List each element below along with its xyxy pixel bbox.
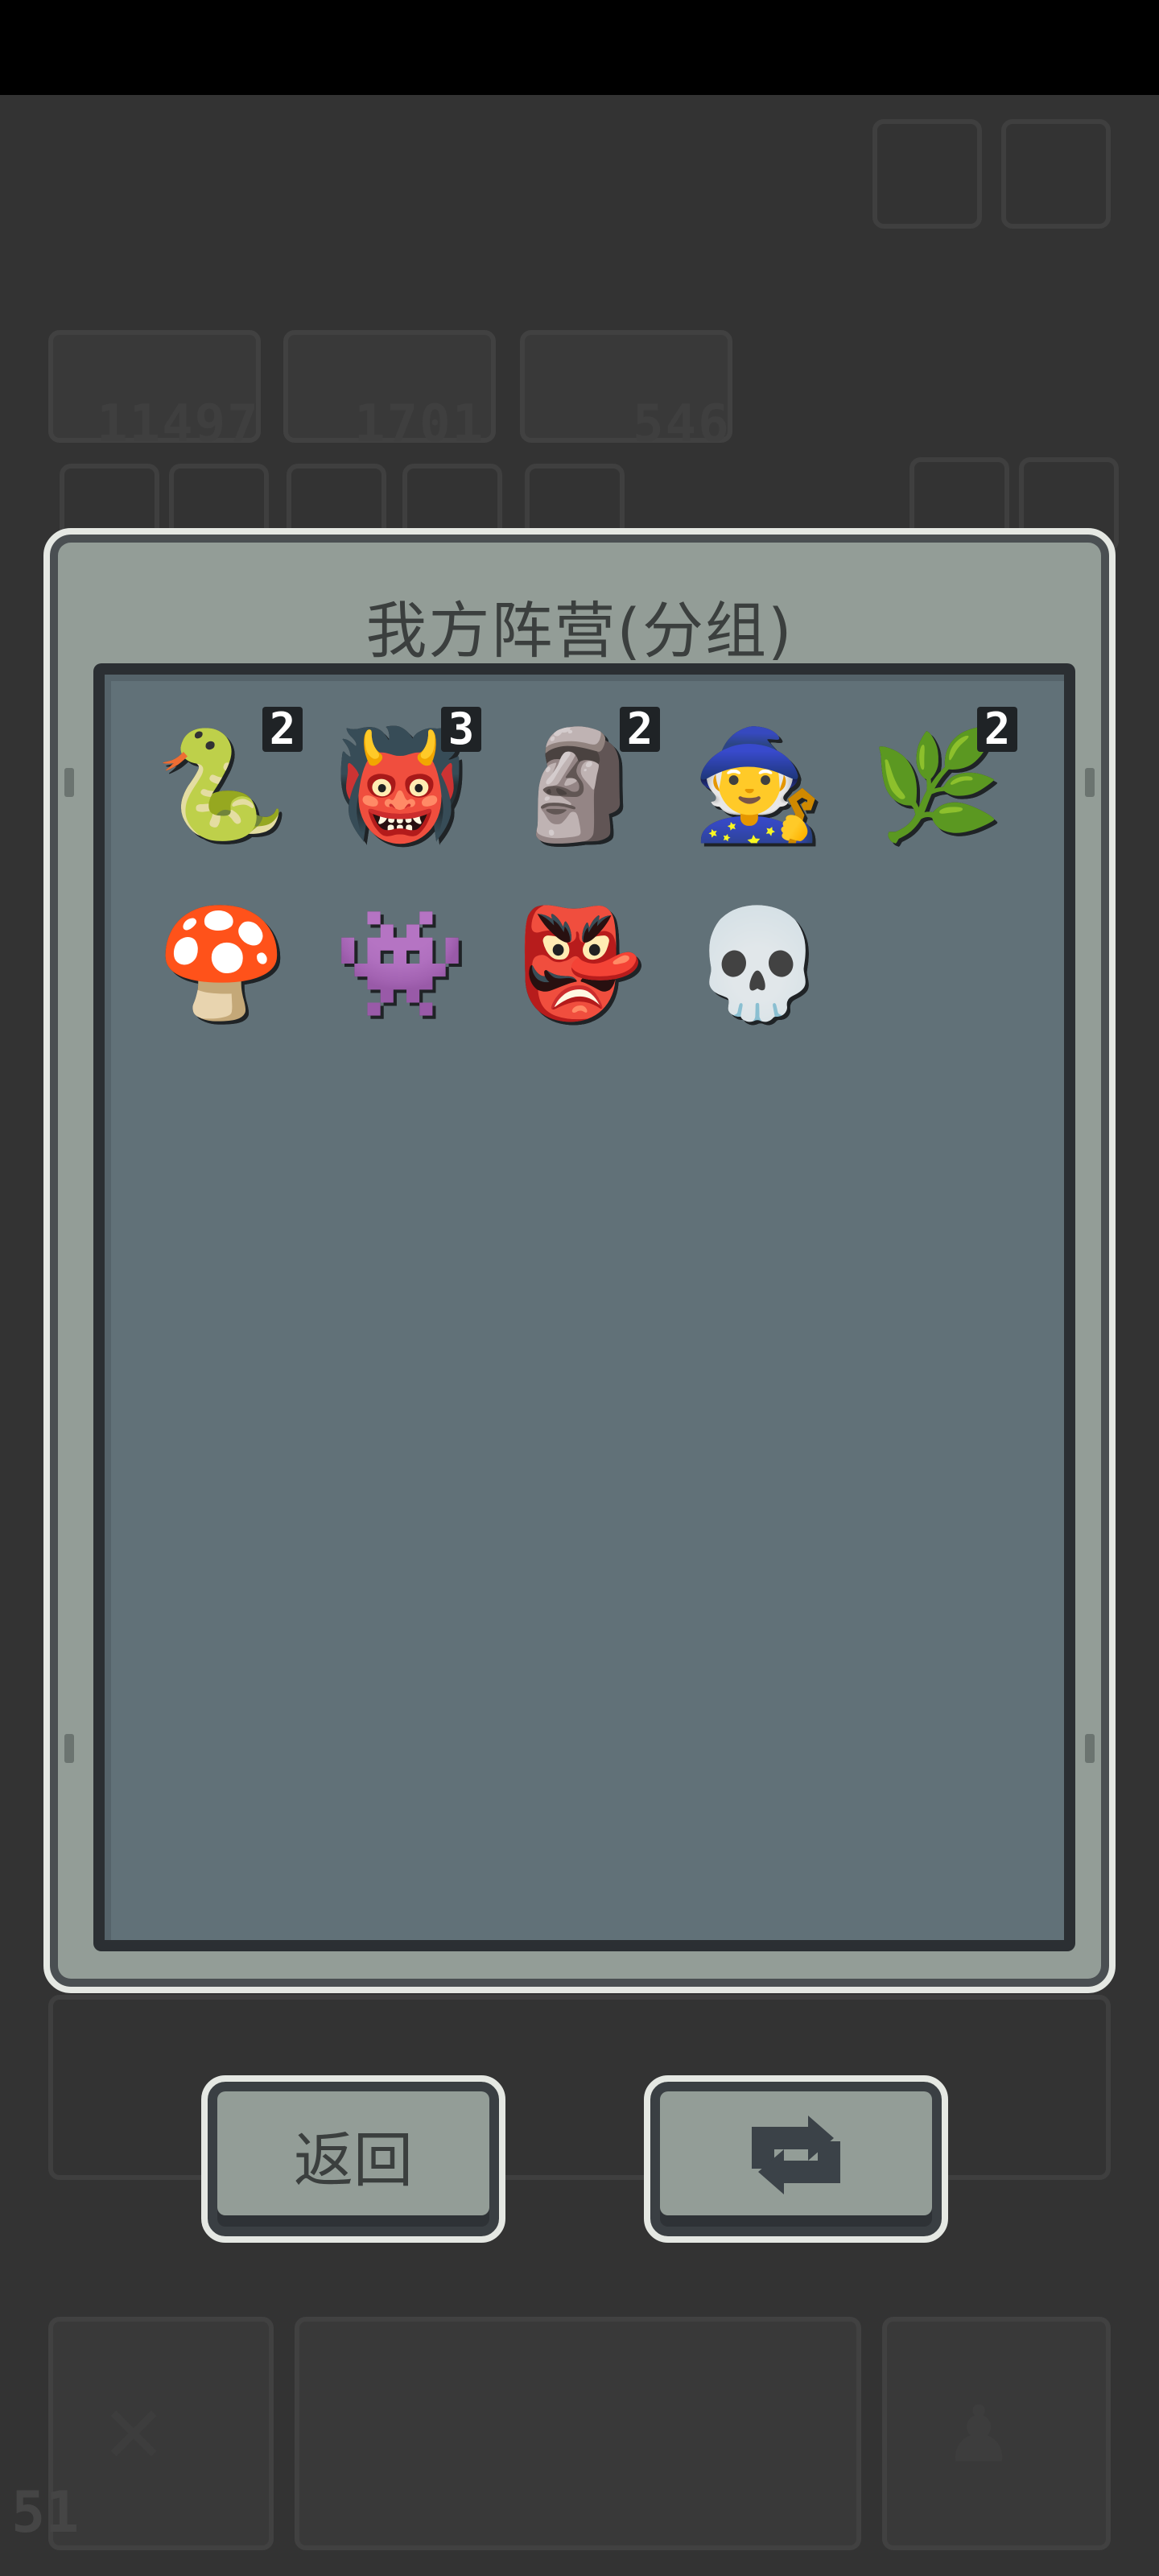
status-bar bbox=[0, 0, 1159, 95]
rivet-left-bottom bbox=[64, 1734, 74, 1763]
swap-arrows-icon bbox=[736, 2116, 856, 2199]
unit-count-badge: 2 bbox=[620, 707, 660, 752]
unit-slot[interactable]: 👹 3 bbox=[316, 707, 485, 876]
dialog-title: 我方阵营(分组) bbox=[365, 595, 794, 667]
unit-slot[interactable]: 🐍 2 bbox=[137, 707, 306, 876]
back-button[interactable]: 返回 bbox=[201, 2075, 505, 2243]
unit-sprite-icon: 👾 bbox=[333, 902, 467, 1026]
unit-sprite-icon: 🧙 bbox=[691, 723, 824, 847]
crossed-swords-icon: ✕ bbox=[105, 2373, 163, 2485]
bg-resource-3-value: 546 bbox=[633, 394, 731, 454]
rivet-left-top bbox=[64, 768, 74, 797]
level-number: 51 bbox=[11, 2479, 80, 2545]
bg-button-b bbox=[1001, 119, 1111, 229]
unit-sprite-icon: 🍄 bbox=[155, 902, 288, 1026]
unit-slot[interactable]: 🧙 bbox=[673, 707, 842, 876]
bg-resource-2-value: 1701 bbox=[354, 394, 485, 454]
rivet-right-bottom bbox=[1085, 1734, 1095, 1763]
unit-count-badge: 2 bbox=[262, 707, 303, 752]
rivet-right-top bbox=[1085, 768, 1095, 797]
unit-slot[interactable]: 🗿 2 bbox=[494, 707, 663, 876]
bg-button-a bbox=[872, 119, 982, 229]
bg-resource-1-value: 11497 bbox=[97, 394, 260, 454]
swap-button[interactable] bbox=[644, 2075, 948, 2243]
camp-dialog: 我方阵营(分组) 🐍 2 👹 3 🗿 2 🧙 🌿 2 🍄 👾 👺 💀 bbox=[43, 528, 1116, 1993]
bg-center-panel bbox=[295, 2317, 861, 2550]
unit-sprite-icon: 💀 bbox=[691, 902, 824, 1026]
unit-slot[interactable]: 🌿 2 bbox=[852, 707, 1021, 876]
unit-count-badge: 3 bbox=[441, 707, 481, 752]
unit-slot[interactable]: 👾 bbox=[316, 886, 485, 1055]
unit-count-badge: 2 bbox=[977, 707, 1017, 752]
unit-slot[interactable]: 🍄 bbox=[137, 886, 306, 1055]
unit-slot[interactable]: 💀 bbox=[673, 886, 842, 1055]
unit-sprite-icon: 👺 bbox=[512, 902, 645, 1026]
back-button-label: 返回 bbox=[294, 2125, 413, 2195]
unit-slot[interactable]: 👺 bbox=[494, 886, 663, 1055]
pawn-icon: ♟ bbox=[950, 2373, 1008, 2485]
unit-grid-panel[interactable]: 🐍 2 👹 3 🗿 2 🧙 🌿 2 🍄 👾 👺 💀 bbox=[93, 663, 1075, 1951]
